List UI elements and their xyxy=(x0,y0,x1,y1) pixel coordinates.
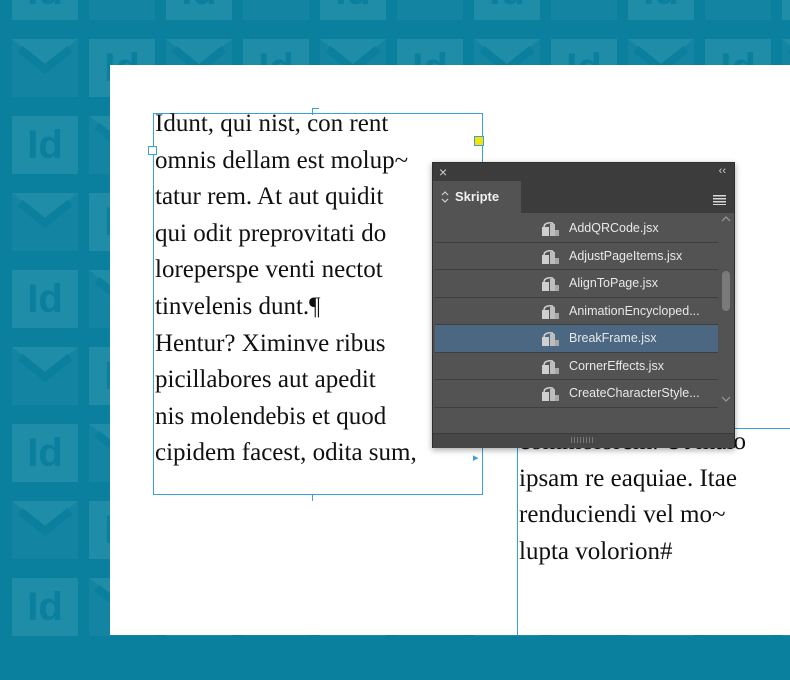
chevron-tile xyxy=(551,0,617,20)
id-logo-tile: Id xyxy=(474,0,540,20)
id-logo-tile: Id xyxy=(782,0,790,20)
script-file-icon xyxy=(541,303,561,319)
script-item[interactable]: CreateCharacterStyle... xyxy=(435,380,718,408)
chevron-tile xyxy=(12,193,78,251)
left-frame-text[interactable]: Idunt, qui nist, con rent omnis dellam e… xyxy=(155,106,417,472)
tab-skripte[interactable]: Skripte xyxy=(433,181,521,213)
script-item[interactable]: AnimationEncycloped... xyxy=(435,298,718,325)
out-port-handle[interactable] xyxy=(474,136,484,146)
script-item[interactable]: AlignToPage.jsx xyxy=(435,270,718,298)
script-item-label: AnimationEncycloped... xyxy=(569,303,700,318)
id-logo-tile: Id xyxy=(12,0,78,20)
tab-label: Skripte xyxy=(455,189,500,204)
id-logo-tile: Id xyxy=(12,424,78,482)
script-file-icon xyxy=(541,248,561,264)
id-logo-tile: Id xyxy=(628,0,694,20)
chevron-tile xyxy=(705,0,771,20)
scripts-list[interactable]: AddQRCode.jsx AdjustPageItems.jsx AlignToP… xyxy=(435,215,718,432)
script-item-label: AlignToPage.jsx xyxy=(569,276,658,290)
text-line: Hentur? Ximinve ribus xyxy=(155,329,386,357)
thread-arrow-icon: ▸ xyxy=(473,452,479,464)
id-logo-tile: Id xyxy=(12,270,78,328)
scripts-panel[interactable]: × ‹‹ Skripte AddQRCode.jsx AdjustPageItem… xyxy=(432,162,735,448)
text-line: picillabores aut apedit xyxy=(155,366,376,394)
script-file-icon xyxy=(541,275,561,291)
panel-titlebar[interactable]: × ‹‹ xyxy=(433,163,734,181)
collapse-icon[interactable]: ‹‹ xyxy=(719,163,726,179)
text-line: nis molendebis et quod xyxy=(155,402,387,430)
script-file-icon xyxy=(541,358,561,374)
scroll-thumb[interactable] xyxy=(722,271,730,311)
text-line: Idunt, qui nist, con rent xyxy=(155,110,389,137)
text-line: lupta volorion# xyxy=(519,537,673,565)
chevron-tile xyxy=(12,347,78,405)
script-item[interactable]: AddQRCode.jsx xyxy=(435,215,718,243)
text-line: cipidem facest, odita sum, xyxy=(155,439,417,467)
text-line: loreperspe venti nectot xyxy=(155,256,383,284)
panel-tabbar: Skripte xyxy=(433,181,734,213)
chevron-tile xyxy=(89,0,155,20)
frame-handle[interactable] xyxy=(312,494,319,501)
text-line: renduciendi vel mo~ xyxy=(519,501,726,529)
panel-resize-bar[interactable] xyxy=(433,433,734,448)
script-item[interactable]: AdjustPageItems.jsx xyxy=(435,243,718,270)
hamburger-menu-icon[interactable] xyxy=(713,192,726,205)
id-logo-tile: Id xyxy=(12,116,78,174)
script-file-icon xyxy=(541,385,561,401)
script-item-label: BreakFrame.jsx xyxy=(569,331,657,345)
script-item-label: CreateCharacterStyle... xyxy=(569,386,700,400)
id-logo-tile: Id xyxy=(320,0,386,20)
updown-arrows-icon xyxy=(441,181,449,215)
script-item-label: CornerEffects.jsx xyxy=(569,358,664,373)
chevron-tile xyxy=(243,0,309,20)
chevron-tile xyxy=(12,39,78,97)
text-line: ipsam re eaquiae. Itae xyxy=(519,464,737,492)
chevron-tile xyxy=(397,0,463,20)
text-line: tinvelenis dunt.¶ xyxy=(155,292,321,320)
close-icon[interactable]: × xyxy=(439,163,447,181)
script-item[interactable]: CornerEffects.jsx xyxy=(435,353,718,380)
text-line: omnis dellam est molup~ xyxy=(155,146,409,174)
script-item[interactable]: BreakFrame.jsx xyxy=(435,325,718,353)
id-logo-tile: Id xyxy=(166,0,232,20)
text-line: qui odit preprovitati do xyxy=(155,219,387,247)
scrollbar[interactable] xyxy=(719,215,733,405)
script-file-icon xyxy=(541,330,561,346)
chevron-tile xyxy=(12,501,78,559)
script-file-icon xyxy=(541,220,561,236)
script-item-label: AddQRCode.jsx xyxy=(569,221,659,235)
text-line: tatur rem. At aut quidit xyxy=(155,183,384,211)
id-logo-tile: Id xyxy=(12,578,78,636)
script-item-label: AdjustPageItems.jsx xyxy=(569,248,683,263)
